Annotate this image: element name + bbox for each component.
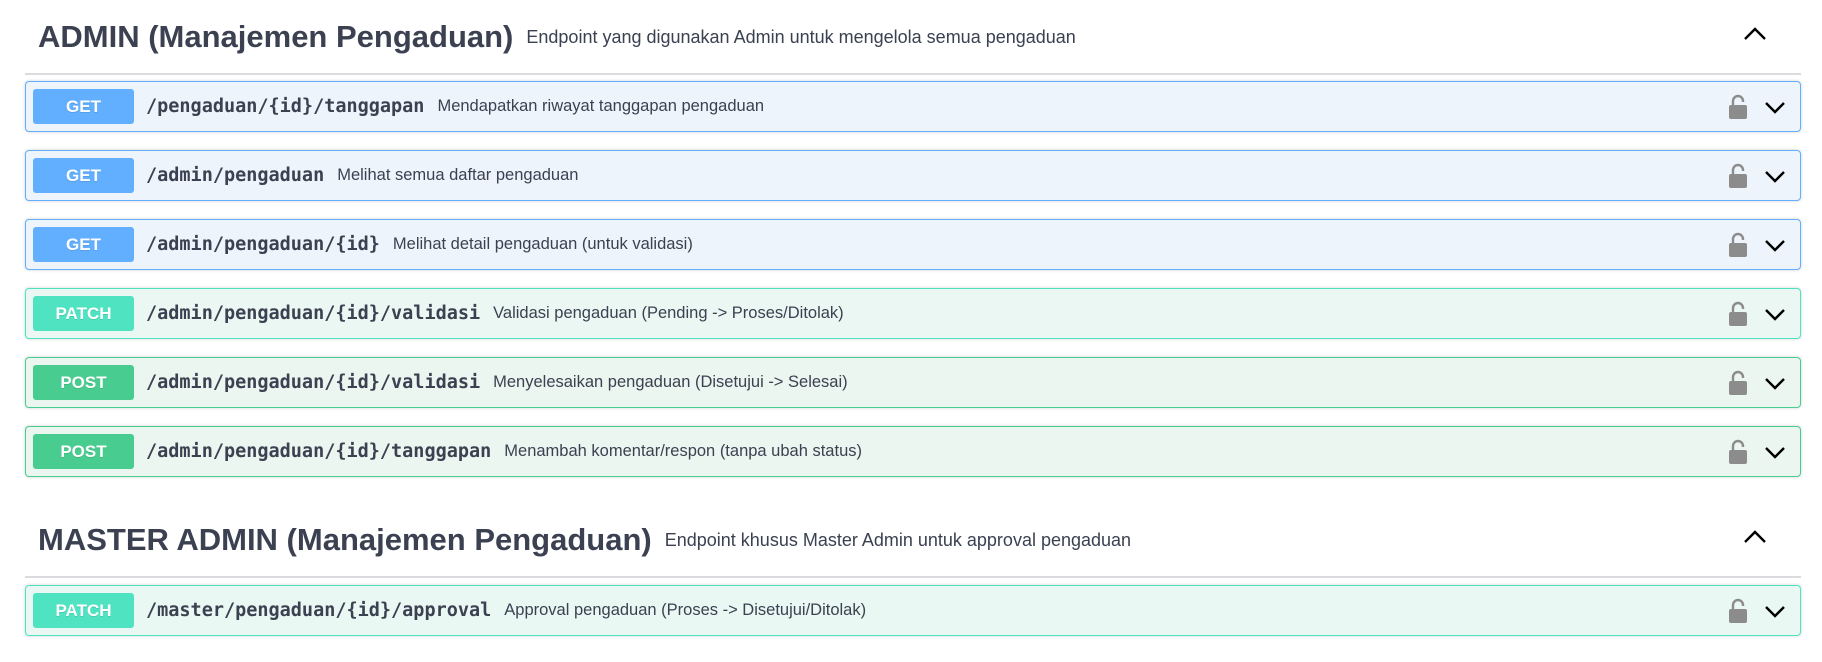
operation-get-admin-pengaduan-id[interactable]: GET /admin/pengaduan/{id} Melihat detail…	[25, 219, 1801, 270]
method-badge: PATCH	[33, 296, 134, 331]
operation-summary: Validasi pengaduan (Pending -> Proses/Di…	[493, 304, 844, 322]
operation-path: /admin/pengaduan	[146, 165, 325, 186]
chevron-down-icon[interactable]	[1762, 598, 1788, 624]
unlocked-padlock-icon[interactable]	[1728, 94, 1748, 120]
method-badge: GET	[33, 227, 134, 262]
operation-summary: Menambah komentar/respon (tanpa ubah sta…	[504, 442, 862, 460]
tag-description: Endpoint khusus Master Admin untuk appro…	[664, 530, 1132, 550]
method-badge: GET	[33, 158, 134, 193]
unlocked-padlock-icon[interactable]	[1728, 598, 1748, 624]
unlocked-padlock-icon[interactable]	[1728, 301, 1748, 327]
operation-summary: Melihat semua daftar pengaduan	[337, 166, 579, 184]
operation-get-pengaduan-tanggapan[interactable]: GET /pengaduan/{id}/tanggapan Mendapatka…	[25, 81, 1801, 132]
tag-title: ADMIN (Manajemen Pengaduan)	[38, 18, 514, 54]
operation-summary: Menyelesaikan pengaduan (Disetujui -> Se…	[493, 373, 848, 391]
operation-summary: Mendapatkan riwayat tanggapan pengaduan	[437, 97, 765, 115]
chevron-down-icon[interactable]	[1762, 301, 1788, 327]
operation-get-admin-pengaduan[interactable]: GET /admin/pengaduan Melihat semua dafta…	[25, 150, 1801, 201]
unlocked-padlock-icon[interactable]	[1728, 232, 1748, 258]
chevron-down-icon[interactable]	[1762, 94, 1788, 120]
method-badge: PATCH	[33, 593, 134, 628]
chevron-up-icon[interactable]	[1739, 18, 1771, 50]
method-badge: POST	[33, 365, 134, 400]
operation-path: /pengaduan/{id}/tanggapan	[146, 96, 425, 117]
operation-path: /admin/pengaduan/{id}/validasi	[146, 303, 481, 324]
tag-description: Endpoint yang digunakan Admin untuk meng…	[526, 27, 1076, 47]
chevron-down-icon[interactable]	[1762, 439, 1788, 465]
chevron-down-icon[interactable]	[1762, 232, 1788, 258]
operation-summary: Approval pengaduan (Proses -> Disetujui/…	[504, 601, 867, 619]
tag-section-master-admin: MASTER ADMIN (Manajemen Pengaduan) Endpo…	[25, 503, 1801, 636]
operation-summary: Melihat detail pengaduan (untuk validasi…	[392, 235, 693, 253]
operation-path: /admin/pengaduan/{id}	[146, 234, 380, 255]
operation-path: /admin/pengaduan/{id}/validasi	[146, 372, 481, 393]
operation-post-admin-pengaduan-tanggapan[interactable]: POST /admin/pengaduan/{id}/tanggapan Men…	[25, 426, 1801, 477]
chevron-down-icon[interactable]	[1762, 370, 1788, 396]
unlocked-padlock-icon[interactable]	[1728, 370, 1748, 396]
operation-patch-master-pengaduan-approval[interactable]: PATCH /master/pengaduan/{id}/approval Ap…	[25, 585, 1801, 636]
chevron-down-icon[interactable]	[1762, 163, 1788, 189]
operation-path: /master/pengaduan/{id}/approval	[146, 600, 492, 621]
method-badge: POST	[33, 434, 134, 469]
swagger-ui-page: ADMIN (Manajemen Pengaduan) Endpoint yan…	[0, 0, 1822, 662]
tag-title: MASTER ADMIN (Manajemen Pengaduan)	[38, 521, 652, 557]
unlocked-padlock-icon[interactable]	[1728, 163, 1748, 189]
operation-patch-admin-pengaduan-validasi[interactable]: PATCH /admin/pengaduan/{id}/validasi Val…	[25, 288, 1801, 339]
tag-header-master-admin[interactable]: MASTER ADMIN (Manajemen Pengaduan) Endpo…	[25, 503, 1801, 578]
tag-header-admin[interactable]: ADMIN (Manajemen Pengaduan) Endpoint yan…	[25, 0, 1801, 75]
tag-section-admin: ADMIN (Manajemen Pengaduan) Endpoint yan…	[25, 0, 1801, 477]
chevron-up-icon[interactable]	[1739, 521, 1771, 553]
operation-post-admin-pengaduan-validasi[interactable]: POST /admin/pengaduan/{id}/validasi Meny…	[25, 357, 1801, 408]
method-badge: GET	[33, 89, 134, 124]
operation-path: /admin/pengaduan/{id}/tanggapan	[146, 441, 492, 462]
unlocked-padlock-icon[interactable]	[1728, 439, 1748, 465]
